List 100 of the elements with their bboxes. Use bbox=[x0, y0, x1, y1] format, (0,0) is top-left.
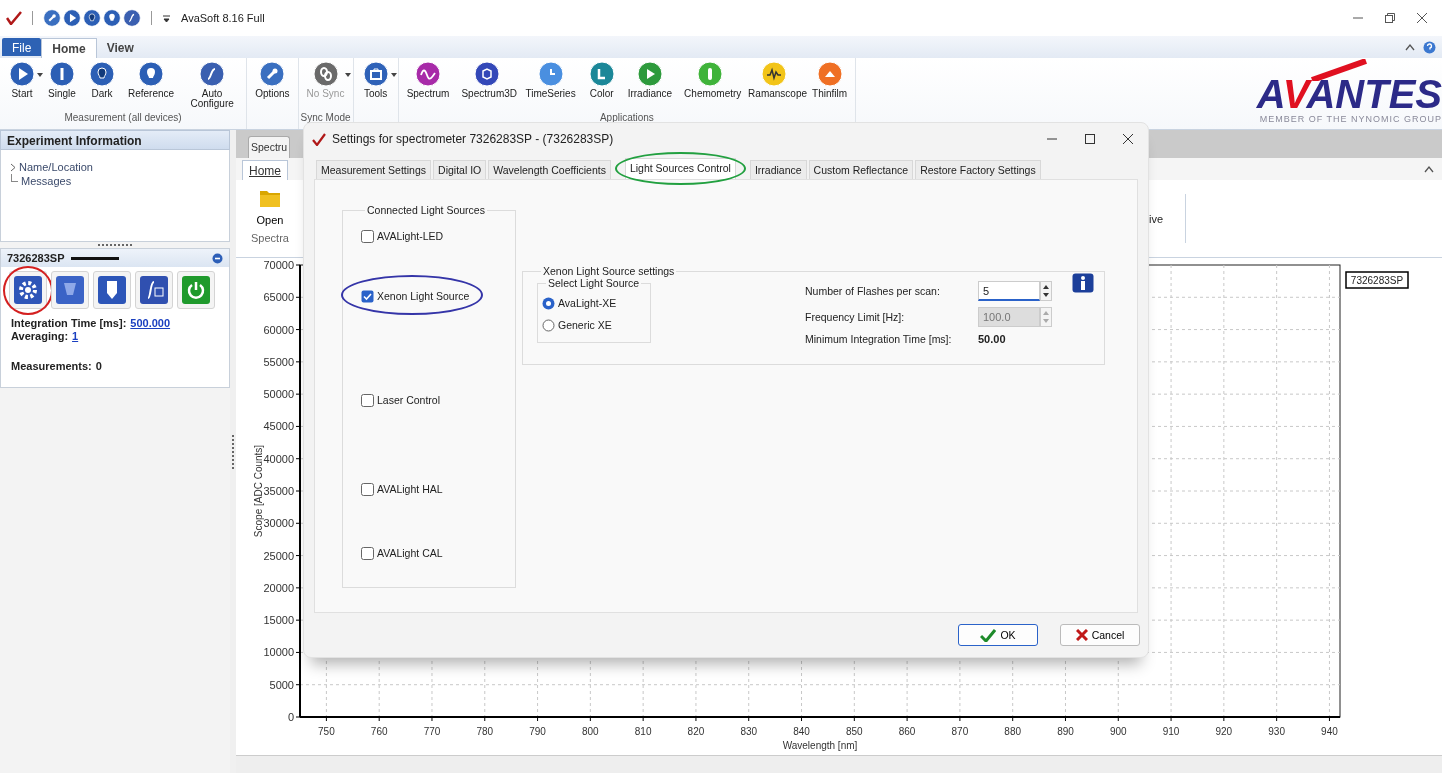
field-label: Averaging: bbox=[11, 330, 69, 343]
toolbar-button[interactable] bbox=[177, 271, 215, 309]
tree-item[interactable]: Name/Location bbox=[19, 161, 93, 173]
ribbon-button[interactable]: Dark bbox=[82, 61, 122, 112]
ribbon-button[interactable]: TimeSeries bbox=[519, 61, 582, 112]
ribbon-tab[interactable]: Home bbox=[41, 38, 97, 58]
collapse-icon[interactable] bbox=[1424, 165, 1434, 173]
scrollbar[interactable] bbox=[236, 755, 1442, 773]
radio-label: Generic XE bbox=[558, 319, 612, 331]
ribbon-button[interactable]: Color bbox=[581, 61, 622, 112]
dialog-tab[interactable]: Restore Factory Settings bbox=[915, 160, 1041, 179]
device-title: 7326283SP bbox=[7, 252, 65, 264]
info-icon[interactable] bbox=[1072, 273, 1094, 293]
number-field[interactable]: 5 bbox=[978, 281, 1040, 301]
file-menu[interactable]: File bbox=[2, 38, 42, 56]
dialog-tab[interactable]: Light Sources Control bbox=[624, 158, 736, 179]
toolbar-button[interactable] bbox=[93, 271, 131, 309]
collapse-icon[interactable] bbox=[212, 252, 223, 264]
toolbox-icon[interactable] bbox=[362, 61, 389, 87]
toolbar-button[interactable] bbox=[9, 271, 47, 309]
caret-icon[interactable] bbox=[390, 73, 397, 77]
checkbox-label: AVALight HAL bbox=[377, 483, 443, 495]
radio-button[interactable] bbox=[542, 318, 555, 332]
peak-icon[interactable] bbox=[761, 61, 788, 87]
close-icon[interactable] bbox=[1122, 133, 1134, 145]
value-link[interactable]: 500.000 bbox=[130, 317, 171, 330]
group-title: Connected Light Sources bbox=[366, 204, 486, 216]
ribbon-tab[interactable]: View bbox=[96, 38, 144, 58]
ribbon-button[interactable]: Reference bbox=[122, 61, 181, 112]
spectrum-icon[interactable] bbox=[415, 61, 442, 87]
dialog-tab[interactable]: Custom Reflectance bbox=[808, 160, 914, 179]
checkbox[interactable] bbox=[361, 393, 374, 407]
spinner-icon[interactable] bbox=[1040, 281, 1052, 301]
dark-icon[interactable] bbox=[83, 9, 101, 27]
group-label: Applications bbox=[598, 112, 655, 123]
checkbox[interactable] bbox=[361, 482, 374, 496]
single-icon[interactable] bbox=[49, 61, 75, 87]
ribbon-button[interactable]: ive bbox=[1148, 212, 1163, 225]
cancel-button[interactable]: Cancel bbox=[1060, 624, 1140, 646]
caret-icon[interactable] bbox=[37, 73, 43, 77]
restore-icon[interactable] bbox=[1384, 12, 1396, 24]
tick-label: 840 bbox=[793, 726, 810, 737]
wrench-icon[interactable] bbox=[259, 61, 286, 87]
film-icon[interactable] bbox=[816, 61, 843, 87]
auto-icon[interactable] bbox=[199, 61, 226, 87]
auto-icon[interactable] bbox=[123, 9, 141, 27]
tree-item[interactable]: Messages bbox=[21, 175, 72, 187]
dialog-tab[interactable]: Wavelength Coefficients bbox=[488, 160, 611, 179]
reference-icon[interactable] bbox=[103, 9, 121, 27]
maximize-icon[interactable] bbox=[1084, 133, 1096, 145]
ribbon-button[interactable]: Ramanscope bbox=[742, 61, 807, 112]
reference-icon[interactable] bbox=[138, 61, 165, 87]
toolbar-button[interactable] bbox=[135, 271, 173, 309]
tick-label: 35000 bbox=[263, 485, 294, 497]
tick-label: 0 bbox=[287, 711, 294, 723]
ribbon-button[interactable]: Spectrum3D bbox=[455, 61, 520, 112]
wrench-icon[interactable] bbox=[43, 9, 61, 27]
checkbox[interactable] bbox=[361, 229, 374, 243]
value-link[interactable]: 1 bbox=[72, 330, 79, 343]
checkbox[interactable] bbox=[361, 546, 374, 560]
customize-icon[interactable] bbox=[162, 13, 171, 23]
ribbon-button[interactable]: Irradiance bbox=[621, 61, 679, 112]
tick-label: 870 bbox=[951, 726, 969, 737]
ribbon-button[interactable]: Tools bbox=[355, 61, 396, 112]
dialog-tab[interactable]: Irradiance bbox=[749, 160, 807, 179]
tick-label: 45000 bbox=[263, 420, 294, 433]
toolbar-button[interactable] bbox=[51, 271, 89, 309]
collapse-icon[interactable] bbox=[1405, 43, 1415, 51]
ribbon-button[interactable]: Single bbox=[42, 61, 82, 112]
group-label: Spectra bbox=[251, 232, 289, 244]
document-tab[interactable]: Spectru bbox=[248, 136, 291, 158]
tick-label: 25000 bbox=[263, 549, 294, 562]
ribbon-button[interactable]: Auto Configure bbox=[180, 61, 245, 112]
ribbon-button[interactable]: Start bbox=[2, 61, 42, 112]
close-icon[interactable] bbox=[1416, 12, 1428, 24]
tick-label: 60000 bbox=[263, 323, 294, 336]
ok-button[interactable]: OK bbox=[958, 624, 1038, 646]
dialog-tab[interactable]: Measurement Settings bbox=[316, 160, 432, 179]
ribbon-button[interactable]: Options bbox=[249, 61, 296, 112]
tube-icon[interactable] bbox=[697, 61, 724, 87]
tick-label: 780 bbox=[476, 726, 494, 737]
ribbon-tab[interactable]: Home bbox=[242, 160, 288, 180]
help-icon[interactable] bbox=[1423, 40, 1436, 54]
dialog-tab[interactable]: Digital IO bbox=[433, 160, 487, 179]
swatch-icon[interactable] bbox=[588, 61, 615, 87]
play-icon[interactable] bbox=[9, 61, 35, 87]
checkbox[interactable] bbox=[361, 289, 374, 303]
ribbon-button[interactable]: Spectrum bbox=[400, 61, 456, 112]
cube-icon[interactable] bbox=[474, 61, 501, 87]
chevron-icon[interactable] bbox=[9, 162, 17, 172]
play-icon[interactable] bbox=[63, 9, 81, 27]
open-button[interactable]: Open bbox=[256, 188, 284, 226]
check-icon bbox=[980, 628, 997, 642]
dark-icon[interactable] bbox=[89, 61, 115, 87]
tick-label: 50000 bbox=[263, 388, 294, 401]
ribbon-button[interactable]: Chemometry bbox=[678, 61, 743, 112]
app-icon bbox=[6, 11, 22, 25]
radio-button[interactable] bbox=[542, 296, 555, 310]
clock-icon[interactable] bbox=[537, 61, 564, 87]
ribbon-button[interactable]: Thinfilm bbox=[806, 61, 854, 112]
